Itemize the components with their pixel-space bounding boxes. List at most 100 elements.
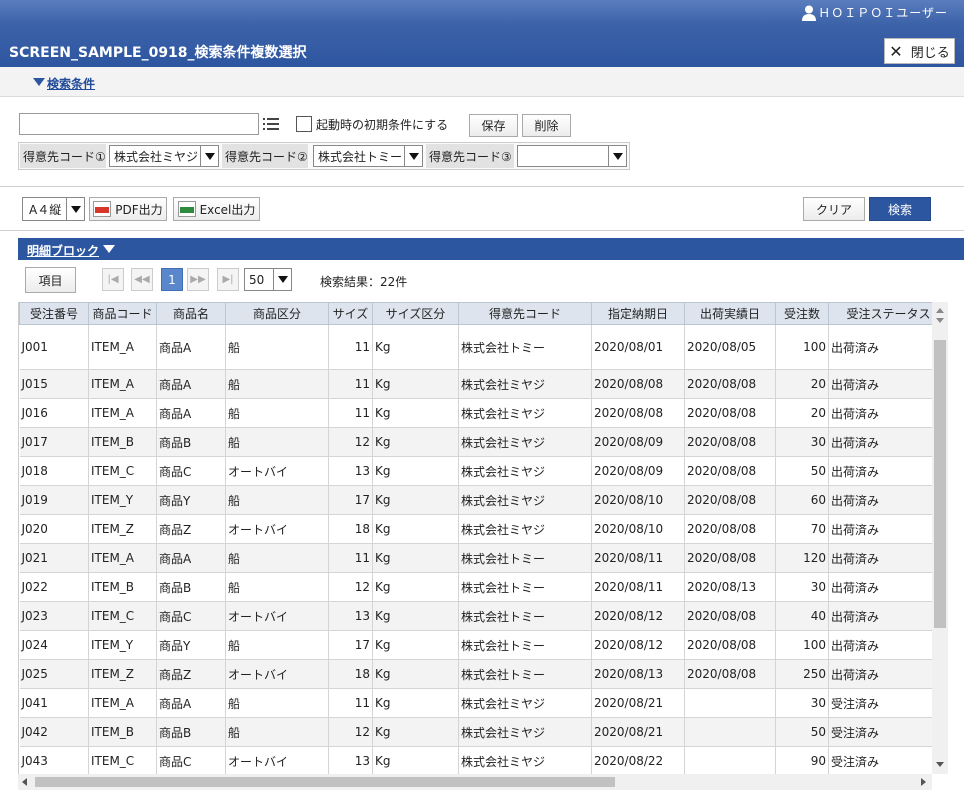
- cell-product-name: 商品A: [156, 688, 226, 718]
- cell-size: 11: [328, 398, 373, 428]
- startup-default-label: 起動時の初期条件にする: [316, 118, 449, 132]
- cell-product-category: オートバイ: [225, 659, 329, 689]
- startup-default-checkbox[interactable]: [296, 116, 312, 132]
- vertical-scroll-thumb[interactable]: [934, 340, 946, 628]
- paper-size-select[interactable]: A４縦: [22, 197, 85, 221]
- page-title: SCREEN_SAMPLE_0918_検索条件複数選択: [9, 45, 307, 61]
- chevron-down-icon: [200, 146, 218, 166]
- cell-size-unit: Kg: [372, 456, 459, 486]
- cell-due-date: 2020/08/09: [591, 456, 685, 486]
- customer-code-1-select[interactable]: 株式会社ミヤジ: [109, 145, 219, 167]
- cell-due-date: 2020/08/11: [591, 572, 685, 602]
- cell-order-status: 出荷済み: [828, 456, 947, 486]
- cell-size-unit: Kg: [372, 630, 459, 660]
- cell-customer-code: 株式会社トミー: [458, 659, 592, 689]
- table-row[interactable]: J019 ITEM_Y 商品Y 船 17 Kg 株式会社ミヤジ 2020/08/10 2020/…: [19, 485, 947, 515]
- table-row[interactable]: J016 ITEM_A 商品A 船 11 Kg 株式会社ミヤジ 2020/08/08 2020/…: [19, 398, 947, 428]
- scroll-down-icon[interactable]: [936, 318, 944, 323]
- condition-name-input[interactable]: [19, 113, 259, 135]
- detail-block-toggle[interactable]: 明細ブロック: [27, 242, 99, 259]
- page-number-button[interactable]: 1: [161, 268, 183, 291]
- column-header-product-category[interactable]: 商品区分: [225, 302, 329, 325]
- column-header-order-no[interactable]: 受注番号: [19, 302, 89, 325]
- delete-condition-button[interactable]: 削除: [522, 114, 571, 137]
- table-row[interactable]: J020 ITEM_Z 商品Z オートバイ 18 Kg 株式会社ミヤジ 2020/08/10 2…: [19, 514, 947, 544]
- cell-due-date: 2020/08/21: [591, 688, 685, 718]
- cell-product-name: 商品Y: [156, 630, 226, 660]
- column-header-product-code[interactable]: 商品コード: [88, 302, 157, 325]
- cell-product-code: ITEM_B: [88, 572, 157, 602]
- column-header-order-qty[interactable]: 受注数: [775, 302, 829, 325]
- table-row[interactable]: J001 ITEM_A 商品A 船 11 Kg 株式会社トミー 2020/08/01 2020/…: [19, 324, 947, 370]
- chevron-down-icon: [404, 146, 422, 166]
- cell-product-code: ITEM_Z: [88, 659, 157, 689]
- action-toolbar: A４縦 PDF出力 Excel出力 クリア 検索: [0, 188, 964, 231]
- excel-export-button[interactable]: Excel出力: [173, 197, 260, 221]
- table-row[interactable]: J041 ITEM_A 商品A 船 11 Kg 株式会社ミヤジ 2020/08/21 30 受注済…: [19, 688, 947, 718]
- cell-product-category: 船: [225, 485, 329, 515]
- cell-size: 12: [328, 717, 373, 747]
- customer-code-3-select[interactable]: [517, 145, 627, 167]
- first-page-icon[interactable]: |◀: [102, 268, 124, 291]
- column-header-size[interactable]: サイズ: [328, 302, 373, 325]
- page-size-select[interactable]: 50: [244, 268, 292, 291]
- table-row[interactable]: J018 ITEM_C 商品C オートバイ 13 Kg 株式会社ミヤジ 2020/08/09 2…: [19, 456, 947, 486]
- scroll-right-icon[interactable]: [921, 778, 926, 786]
- clear-button[interactable]: クリア: [803, 197, 865, 221]
- column-header-order-status[interactable]: 受注ステータス: [828, 302, 947, 325]
- cell-product-category: 船: [225, 398, 329, 428]
- column-header-due-date[interactable]: 指定納期日: [591, 302, 685, 325]
- table-row[interactable]: J025 ITEM_Z 商品Z オートバイ 18 Kg 株式会社トミー 2020/08/13 2…: [19, 659, 947, 689]
- scroll-down-icon[interactable]: [936, 762, 944, 767]
- table-row[interactable]: J021 ITEM_A 商品A 船 11 Kg 株式会社トミー 2020/08/11 2020/…: [19, 543, 947, 573]
- column-header-customer-code[interactable]: 得意先コード: [458, 302, 592, 325]
- cell-due-date: 2020/08/22: [591, 746, 685, 774]
- cell-order-no: J025: [19, 659, 89, 689]
- cell-product-category: オートバイ: [225, 601, 329, 631]
- cell-customer-code: 株式会社ミヤジ: [458, 717, 592, 747]
- column-header-shipped-date[interactable]: 出荷実績日: [684, 302, 776, 325]
- table-row[interactable]: J022 ITEM_B 商品B 船 12 Kg 株式会社トミー 2020/08/11 2020/…: [19, 572, 947, 602]
- cell-product-name: 商品B: [156, 717, 226, 747]
- cell-order-qty: 20: [775, 398, 829, 428]
- collapse-triangle-icon[interactable]: [103, 245, 115, 253]
- cell-shipped-date: 2020/08/08: [684, 427, 776, 457]
- save-condition-button[interactable]: 保存: [469, 114, 518, 137]
- search-conditions-toggle[interactable]: 検索条件: [47, 75, 95, 92]
- table-row[interactable]: J015 ITEM_A 商品A 船 11 Kg 株式会社ミヤジ 2020/08/08 2020/…: [19, 369, 947, 399]
- cell-order-no: J021: [19, 543, 89, 573]
- cell-order-no: J023: [19, 601, 89, 631]
- table-row[interactable]: J042 ITEM_B 商品B 船 12 Kg 株式会社ミヤジ 2020/08/21 50 受注済…: [19, 717, 947, 747]
- column-header-size-unit[interactable]: サイズ区分: [372, 302, 459, 325]
- table-row[interactable]: J017 ITEM_B 商品B 船 12 Kg 株式会社ミヤジ 2020/08/09 2020/…: [19, 427, 947, 457]
- user-menu[interactable]: ＨＯＩＰＯＩユーザー: [802, 4, 948, 21]
- scroll-left-icon[interactable]: [22, 778, 27, 786]
- close-icon: ✕: [889, 41, 903, 61]
- cell-size: 11: [328, 543, 373, 573]
- scroll-up-icon[interactable]: [936, 308, 944, 313]
- cell-size-unit: Kg: [372, 572, 459, 602]
- horizontal-scroll-thumb[interactable]: [35, 777, 615, 787]
- cell-shipped-date: 2020/08/08: [684, 514, 776, 544]
- column-header-product-name[interactable]: 商品名: [156, 302, 226, 325]
- cell-order-no: J018: [19, 456, 89, 486]
- customer-code-2-select[interactable]: 株式会社トミー: [313, 145, 423, 167]
- collapse-triangle-icon[interactable]: [33, 78, 45, 86]
- search-button[interactable]: 検索: [869, 197, 931, 221]
- pdf-icon: [93, 201, 112, 217]
- last-page-icon[interactable]: ▶|: [217, 268, 239, 291]
- cell-size-unit: Kg: [372, 514, 459, 544]
- prev-page-icon[interactable]: ◀◀: [131, 268, 153, 291]
- next-page-icon[interactable]: ▶▶: [187, 268, 209, 291]
- vertical-scrollbar[interactable]: [932, 302, 948, 774]
- horizontal-scrollbar[interactable]: [18, 774, 932, 790]
- pdf-export-button[interactable]: PDF出力: [89, 197, 167, 221]
- table-row[interactable]: J023 ITEM_C 商品C オートバイ 13 Kg 株式会社トミー 2020/08/12 2…: [19, 601, 947, 631]
- table-row[interactable]: J043 ITEM_C 商品C オートバイ 13 Kg 株式会社ミヤジ 2020/08/22 9…: [19, 746, 947, 774]
- column-items-button[interactable]: 項目: [25, 267, 76, 293]
- table-row[interactable]: J024 ITEM_Y 商品Y 船 17 Kg 株式会社トミー 2020/08/12 2020/…: [19, 630, 947, 660]
- cell-product-code: ITEM_C: [88, 456, 157, 486]
- cell-order-qty: 50: [775, 456, 829, 486]
- list-icon[interactable]: [262, 115, 280, 133]
- close-button[interactable]: ✕ 閉じる: [884, 38, 955, 64]
